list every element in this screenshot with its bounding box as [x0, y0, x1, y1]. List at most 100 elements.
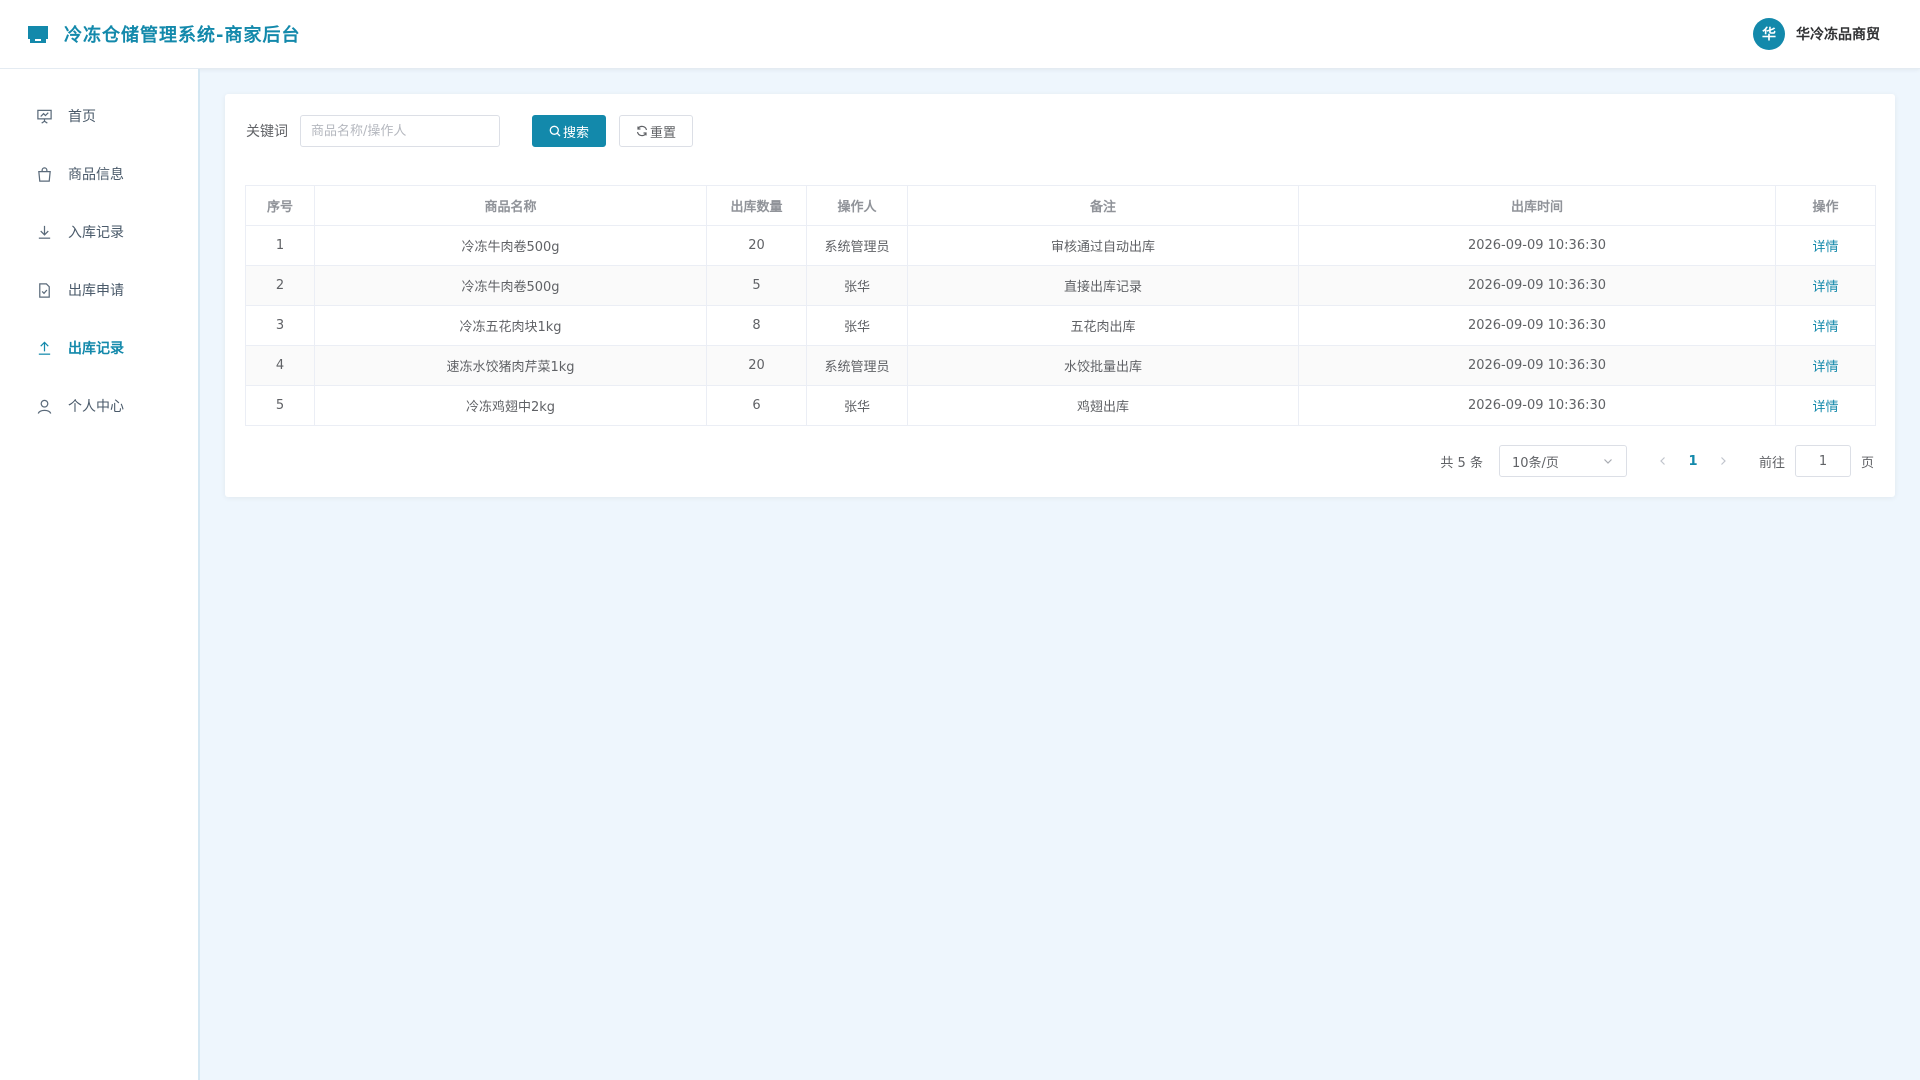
detail-link[interactable]: 详情 [1812, 400, 1838, 415]
cell-quantity: 8 [706, 305, 807, 346]
keyword-label: 关键词 [246, 124, 288, 140]
pagination: 共 5 条 10条/页 1 前往 页 [1440, 445, 1874, 477]
table-header-row: 序号 商品名称 出库数量 操作人 备注 出库时间 操作 [245, 185, 1876, 226]
search-bar: 关键词 搜索 重置 [246, 115, 693, 147]
sidebar-item-inbound[interactable]: 入库记录 [0, 203, 198, 261]
next-page-button[interactable] [1709, 447, 1737, 475]
total-count: 共 5 条 [1440, 455, 1483, 471]
table-row: 1 冷冻牛肉卷500g 20 系统管理员 审核通过自动出库 2026-09-09… [245, 225, 1876, 266]
chevron-right-icon [1721, 457, 1726, 465]
cell-product-name: 冷冻牛肉卷500g [314, 225, 707, 266]
document-check-icon [39, 282, 50, 298]
cell-remark: 直接出库记录 [907, 265, 1299, 306]
cell-operator: 张华 [806, 385, 908, 426]
cell-index: 5 [245, 385, 315, 426]
search-button[interactable]: 搜索 [532, 115, 606, 147]
cell-quantity: 20 [706, 345, 807, 386]
top-header: 冷冻仓储管理系统-商家后台 华 华冷冻品商贸 [0, 0, 1920, 69]
app-title: 冷冻仓储管理系统-商家后台 [64, 25, 301, 46]
cell-operator: 系统管理员 [806, 225, 908, 266]
sidebar-item-products[interactable]: 商品信息 [0, 145, 198, 203]
user-icon [37, 399, 52, 414]
detail-link[interactable]: 详情 [1812, 320, 1838, 335]
cell-quantity: 5 [706, 265, 807, 306]
table-row: 5 冷冻鸡翅中2kg 6 张华 鸡翅出库 2026-09-09 10:36:30… [245, 385, 1876, 426]
table-row: 2 冷冻牛肉卷500g 5 张华 直接出库记录 2026-09-09 10:36… [245, 265, 1876, 306]
brand: 冷冻仓储管理系统-商家后台 [26, 21, 300, 47]
cell-index: 2 [245, 265, 315, 306]
cell-time: 2026-09-09 10:36:30 [1298, 385, 1776, 426]
detail-link[interactable]: 详情 [1812, 360, 1838, 375]
presentation-icon [37, 109, 52, 124]
table-row: 4 速冻水饺猪肉芹菜1kg 20 系统管理员 水饺批量出库 2026-09-09… [245, 345, 1876, 386]
cell-operator: 张华 [806, 305, 908, 346]
cell-product-name: 冷冻牛肉卷500g [314, 265, 707, 306]
column-header: 出库时间 [1298, 185, 1776, 226]
column-header: 序号 [245, 185, 315, 226]
detail-link[interactable]: 详情 [1812, 280, 1838, 295]
refresh-icon [636, 125, 648, 137]
avatar[interactable]: 华 [1753, 18, 1785, 50]
cell-action: 详情 [1775, 265, 1876, 306]
cell-product-name: 冷冻鸡翅中2kg [314, 385, 707, 426]
cell-product-name: 冷冻五花肉块1kg [314, 305, 707, 346]
cell-time: 2026-09-09 10:36:30 [1298, 225, 1776, 266]
cell-operator: 系统管理员 [806, 345, 908, 386]
page-size-value: 10条/页 [1511, 455, 1559, 471]
column-header: 操作 [1775, 185, 1876, 226]
sidebar-item-home[interactable]: 首页 [0, 87, 198, 145]
table-row: 3 冷冻五花肉块1kg 8 张华 五花肉出库 2026-09-09 10:36:… [245, 305, 1876, 346]
column-header: 操作人 [806, 185, 908, 226]
sidebar-item-outbound-apply[interactable]: 出库申请 [0, 261, 198, 319]
prev-page-button[interactable] [1649, 447, 1677, 475]
cell-operator: 张华 [806, 265, 908, 306]
keyword-input[interactable] [300, 115, 500, 147]
goto-unit: 页 [1860, 455, 1874, 471]
cell-remark: 五花肉出库 [907, 305, 1299, 346]
sidebar-item-label: 出库申请 [68, 283, 124, 299]
upload-icon [38, 340, 51, 355]
user-name[interactable]: 华冷冻品商贸 [1796, 24, 1880, 44]
cell-action: 详情 [1775, 305, 1876, 346]
cell-time: 2026-09-09 10:36:30 [1298, 265, 1776, 306]
reset-button-label: 重置 [649, 125, 676, 141]
sidebar-item-label: 入库记录 [68, 225, 124, 241]
column-header: 备注 [907, 185, 1299, 226]
sidebar-item-outbound-records[interactable]: 出库记录 [0, 319, 198, 377]
column-header: 商品名称 [314, 185, 707, 226]
cell-action: 详情 [1775, 345, 1876, 386]
cell-action: 详情 [1775, 385, 1876, 426]
goto-label: 前往 [1758, 455, 1785, 471]
outbound-records-table: 序号 商品名称 出库数量 操作人 备注 出库时间 操作 1 冷冻牛肉卷500g … [245, 185, 1876, 426]
sidebar: 首页 商品信息 入库记录 出库申请 出库记录 个人中心 [0, 69, 200, 1080]
sidebar-item-label: 商品信息 [68, 167, 124, 183]
sidebar-item-label: 个人中心 [68, 399, 124, 415]
page-number-current[interactable]: 1 [1677, 454, 1709, 469]
search-button-label: 搜索 [562, 125, 589, 141]
content-card: 关键词 搜索 重置 [225, 94, 1895, 497]
cell-quantity: 6 [706, 385, 807, 426]
cell-index: 3 [245, 305, 315, 346]
detail-link[interactable]: 详情 [1812, 240, 1838, 255]
cell-remark: 审核通过自动出库 [907, 225, 1299, 266]
sidebar-item-label: 出库记录 [68, 341, 124, 357]
cell-quantity: 20 [706, 225, 807, 266]
cell-index: 1 [245, 225, 315, 266]
user-menu[interactable]: 华 华冷冻品商贸 [1753, 18, 1880, 50]
column-header: 出库数量 [706, 185, 807, 226]
reset-button[interactable]: 重置 [619, 115, 693, 147]
shopping-bag-icon [38, 166, 51, 182]
goto-page-input[interactable] [1794, 445, 1851, 477]
store-icon [28, 26, 48, 43]
sidebar-item-profile[interactable]: 个人中心 [0, 377, 198, 435]
cell-time: 2026-09-09 10:36:30 [1298, 305, 1776, 346]
chevron-down-icon [1604, 459, 1612, 464]
download-icon [38, 225, 51, 239]
search-icon [549, 125, 561, 137]
page-size-select[interactable]: 10条/页 [1498, 445, 1627, 477]
cell-time: 2026-09-09 10:36:30 [1298, 345, 1776, 386]
cell-product-name: 速冻水饺猪肉芹菜1kg [314, 345, 707, 386]
cell-action: 详情 [1775, 225, 1876, 266]
chevron-left-icon [1660, 457, 1665, 465]
cell-remark: 鸡翅出库 [907, 385, 1299, 426]
